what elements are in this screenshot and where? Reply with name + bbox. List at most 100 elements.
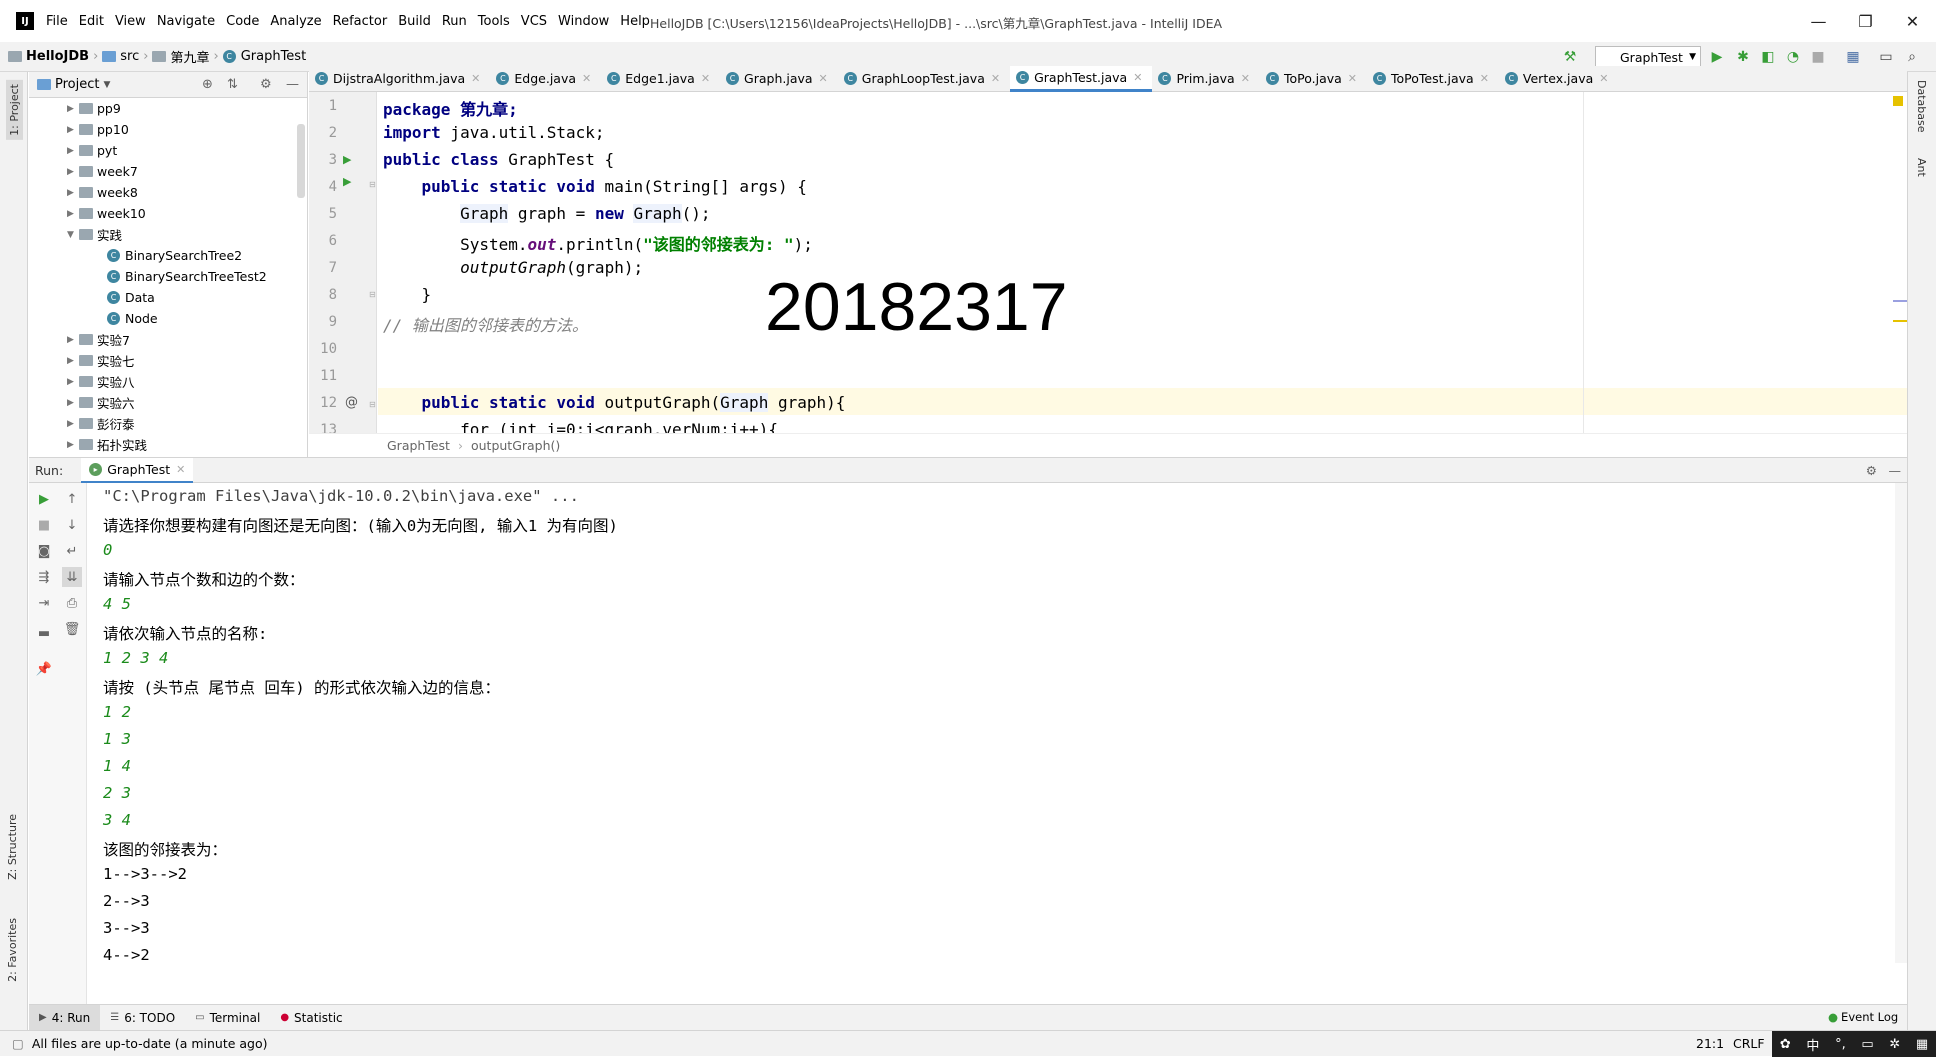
fold-icon[interactable]: ⊟ [369, 400, 376, 409]
pin-icon[interactable]: 📌 [34, 659, 54, 679]
tree-class-item[interactable]: C Node [29, 308, 307, 329]
stop-icon[interactable]: ■ [34, 515, 54, 535]
event-log-button[interactable]: ● Event Log [1828, 1010, 1898, 1024]
close-tab-icon[interactable]: ✕ [1133, 71, 1142, 84]
chevron-right-icon[interactable]: ▶ [67, 209, 79, 219]
down-arrow-icon[interactable]: ↓ [62, 515, 82, 535]
scroll-to-end-icon[interactable]: ⇊ [62, 567, 82, 587]
menu-build[interactable]: Build [398, 14, 431, 29]
bottom-tab-todo[interactable]: ☰ 6: TODO [100, 1005, 185, 1031]
search-icon[interactable]: ⌕ [1904, 49, 1920, 65]
soft-wrap-icon[interactable]: ↵ [62, 541, 82, 561]
tree-folder-item[interactable]: ▶ 实验7 [29, 329, 307, 350]
fold-icon[interactable]: ⊟ [369, 180, 376, 189]
keyboard-icon[interactable]: ▭ [1861, 1037, 1873, 1052]
chevron-right-icon[interactable]: ▶ [67, 104, 79, 114]
editor-tab-edge1[interactable]: C Edge1.java ✕ [601, 66, 720, 92]
camera-icon[interactable]: ◙ [34, 541, 54, 561]
build-hammer-icon[interactable]: ⚒ [1562, 49, 1578, 65]
bottom-tab-terminal[interactable]: ▭ Terminal [185, 1005, 270, 1031]
crumb-method[interactable]: outputGraph() [471, 438, 560, 453]
tree-class-item[interactable]: C BinarySearchTreeTest2 [29, 266, 307, 287]
error-stripe-mark[interactable] [1893, 300, 1907, 302]
chevron-right-icon[interactable]: ▶ [67, 356, 79, 366]
layout-icon[interactable]: ⇶ [34, 567, 54, 587]
crumb-class[interactable]: GraphTest [387, 438, 450, 453]
close-tab-icon[interactable]: ✕ [471, 72, 480, 85]
tree-folder-item[interactable]: ▶ week8 [29, 182, 307, 203]
editor-tab-graph[interactable]: C Graph.java ✕ [720, 66, 838, 92]
profile-icon[interactable]: ◔ [1785, 49, 1801, 65]
code-editor[interactable]: 1 2 3 4 5 6 7 8 9 10 11 12 13 ▶ ▶ @ ⊟ ⊟ ⊟ package 第九… [309, 92, 1907, 433]
hide-panel-icon[interactable]: — [1889, 463, 1902, 478]
punctuation-icon[interactable]: °, [1835, 1037, 1846, 1052]
menu-vcs[interactable]: VCS [521, 14, 547, 29]
fold-icon[interactable]: ⊟ [369, 290, 376, 299]
maximize-icon[interactable]: ❐ [1842, 0, 1889, 42]
close-tab-icon[interactable]: ✕ [1241, 72, 1250, 85]
minimize-icon[interactable]: — [1795, 0, 1842, 42]
breadcrumb-package[interactable]: 第九章 [152, 47, 209, 66]
tree-folder-item[interactable]: ▼ 实践 [29, 224, 307, 245]
editor-tab-vertex[interactable]: C Vertex.java ✕ [1499, 66, 1619, 92]
tree-folder-item[interactable]: ▶ pp10 [29, 119, 307, 140]
project-view-select[interactable]: Project [55, 77, 99, 92]
breadcrumb-src[interactable]: src [102, 49, 139, 64]
close-tab-icon[interactable]: ✕ [176, 463, 185, 476]
settings-icon[interactable]: ✲ [1889, 1037, 1900, 1052]
menu-analyze[interactable]: Analyze [270, 14, 321, 29]
menu-edit[interactable]: Edit [79, 14, 104, 29]
chevron-right-icon[interactable]: ▶ [67, 440, 79, 450]
structure-tool-tab[interactable]: Z: Structure [6, 814, 19, 880]
run-icon[interactable]: ▶ [1709, 49, 1725, 65]
tree-folder-item[interactable]: ▶ 实验六 [29, 392, 307, 413]
chevron-right-icon[interactable]: ▶ [67, 377, 79, 387]
bottom-tab-statistic[interactable]: ● Statistic [270, 1005, 352, 1031]
tree-class-item[interactable]: C BinarySearchTree2 [29, 245, 307, 266]
close-tab-icon[interactable]: ✕ [701, 72, 710, 85]
inspection-status-icon[interactable] [1893, 96, 1903, 106]
menu-navigate[interactable]: Navigate [157, 14, 215, 29]
close-tab-icon[interactable]: ✕ [1348, 72, 1357, 85]
menu-run[interactable]: Run [442, 14, 467, 29]
close-tab-icon[interactable]: ✕ [1480, 72, 1489, 85]
debug-icon[interactable]: ✱ [1735, 49, 1751, 65]
run-main-icon[interactable]: ▶ [343, 175, 351, 188]
close-tab-icon[interactable]: ✕ [819, 72, 828, 85]
editor-tab-prim[interactable]: C Prim.java ✕ [1152, 66, 1260, 92]
project-tool-tab[interactable]: 1: Project [6, 80, 23, 140]
coverage-icon[interactable]: ◧ [1760, 49, 1776, 65]
trash-icon[interactable]: 🗑 [62, 619, 82, 639]
close-tab-icon[interactable]: ✕ [991, 72, 1000, 85]
tree-folder-item[interactable]: ▶ week10 [29, 203, 307, 224]
caret-position[interactable]: 21:1 [1696, 1036, 1724, 1051]
chevron-right-icon[interactable]: ▶ [67, 335, 79, 345]
restore-layout-icon[interactable]: ▬ [34, 623, 54, 643]
chevron-right-icon[interactable]: ▶ [67, 419, 79, 429]
status-toggle-icon[interactable]: ▢ [12, 1036, 24, 1051]
run-class-icon[interactable]: ▶ [343, 153, 351, 166]
paw-icon[interactable]: ✿ [1780, 1037, 1791, 1052]
run-tab-graphtest[interactable]: ▸ GraphTest ✕ [81, 457, 194, 483]
tree-class-item[interactable]: C Data [29, 287, 307, 308]
editor-tab-topotest[interactable]: C ToPoTest.java ✕ [1367, 66, 1499, 92]
gear-icon[interactable]: ⚙ [260, 77, 272, 92]
ime-indicator[interactable]: 中 [1806, 1035, 1819, 1054]
chevron-right-icon[interactable]: ▶ [67, 398, 79, 408]
editor-tab-dijstraalgorithm[interactable]: C DijstraAlgorithm.java ✕ [309, 66, 490, 92]
console-scrollbar[interactable] [1895, 483, 1907, 963]
menu-window[interactable]: Window [558, 14, 609, 29]
stop-icon[interactable]: ■ [1810, 49, 1826, 65]
tree-folder-item[interactable]: ▶ pyt [29, 140, 307, 161]
chevron-right-icon[interactable]: ▶ [67, 167, 79, 177]
tree-folder-item[interactable]: ▶ 彭衍泰 [29, 413, 307, 434]
rerun-icon[interactable]: ▶ [34, 489, 54, 509]
hide-panel-icon[interactable]: — [286, 77, 299, 92]
warning-stripe-mark[interactable] [1893, 320, 1907, 322]
menu-file[interactable]: File [46, 14, 68, 29]
close-icon[interactable]: ✕ [1889, 0, 1936, 42]
override-marker-icon[interactable]: @ [345, 395, 358, 410]
menu-tools[interactable]: Tools [478, 14, 510, 29]
collapse-all-icon[interactable]: ⇅ [227, 77, 238, 92]
print-icon[interactable]: ⎙ [62, 593, 82, 613]
